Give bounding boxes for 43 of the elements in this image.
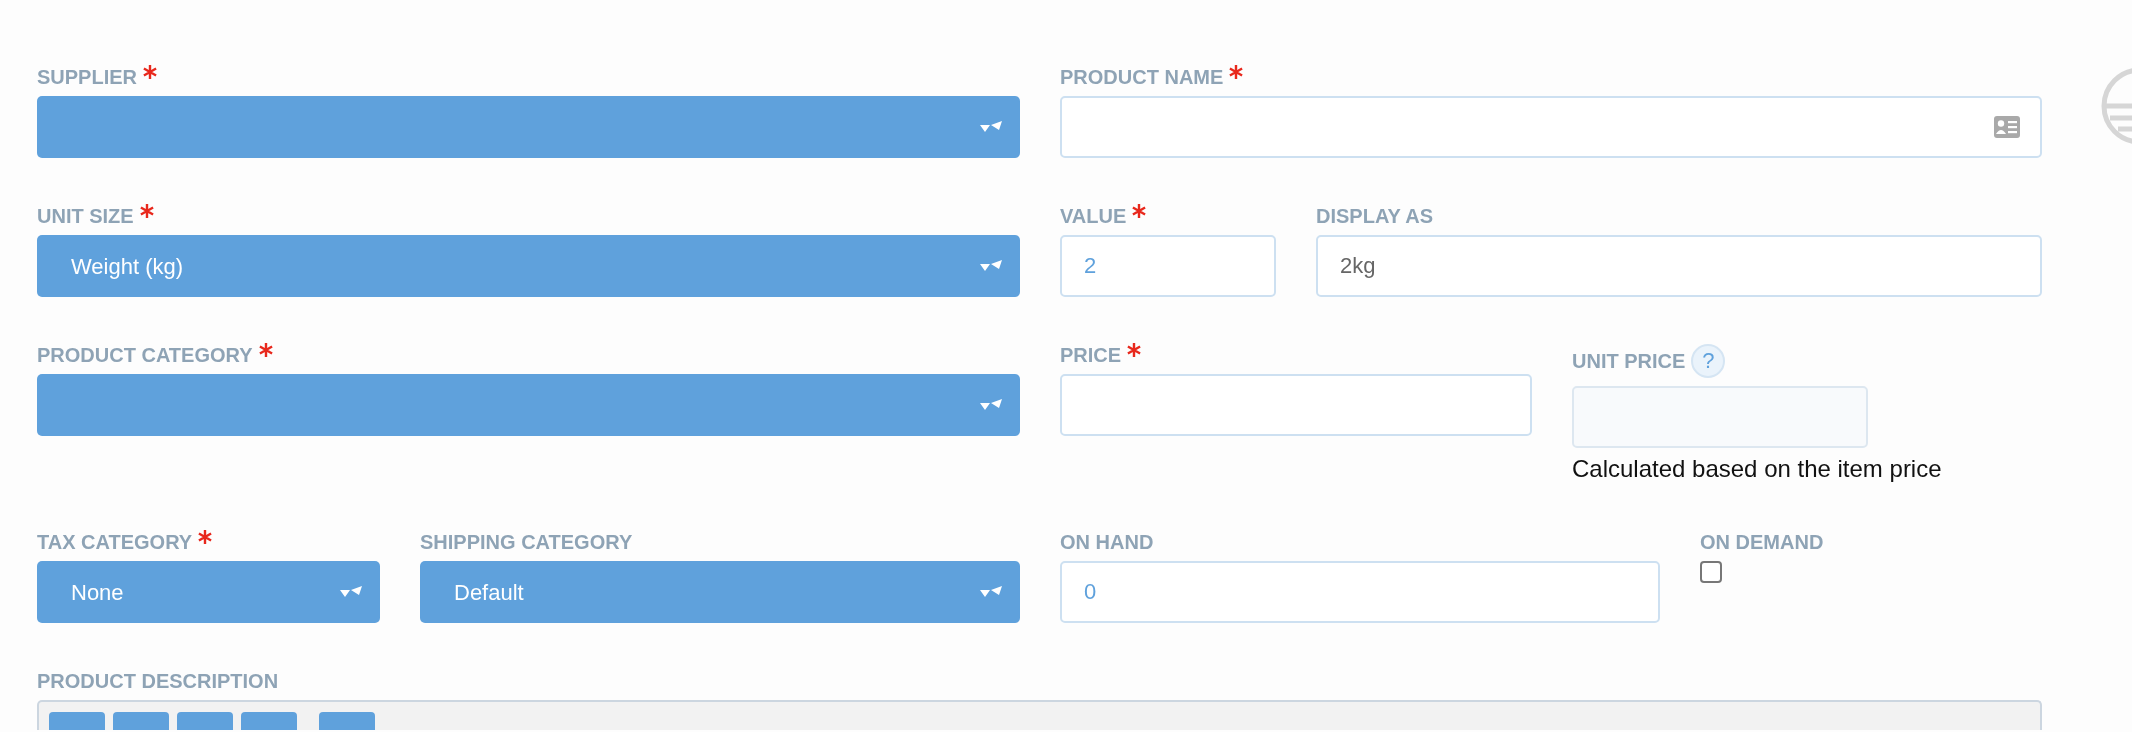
dropdown-caret-icon [980, 586, 1002, 598]
field-label: PRICE [1060, 343, 1122, 368]
field-label: UNIT SIZE [37, 204, 134, 229]
toolbar-button[interactable] [113, 712, 169, 730]
input-field[interactable]: 2kg [1316, 235, 2042, 297]
select-value: None [71, 578, 124, 607]
select-dropdown[interactable] [37, 374, 1020, 436]
checkbox[interactable] [1700, 561, 1722, 583]
field-label: ON HAND [1060, 530, 1154, 555]
input-field[interactable] [1572, 386, 1868, 448]
select-dropdown[interactable]: Default [420, 561, 1020, 623]
field-label: UNIT PRICE [1572, 349, 1686, 374]
field-label: ON DEMAND [1700, 530, 1824, 555]
field-label: SUPPLIER [37, 65, 138, 90]
id-card-icon [1994, 116, 2020, 138]
toolbar-button[interactable] [49, 712, 105, 730]
toolbar-button[interactable] [241, 712, 297, 730]
field-label: VALUE [1060, 204, 1127, 229]
select-dropdown[interactable]: None [37, 561, 380, 623]
input-field[interactable]: 0 [1060, 561, 1660, 623]
field-label: TAX CATEGORY [37, 530, 193, 555]
round-logo-icon [2100, 66, 2132, 146]
field-label: PRODUCT NAME [1060, 65, 1224, 90]
dropdown-caret-icon [340, 586, 362, 598]
select-value: Default [454, 578, 524, 607]
help-button[interactable]: ? [1691, 344, 1726, 378]
input-field[interactable] [1060, 96, 2042, 158]
select-dropdown[interactable]: Weight (kg) [37, 235, 1020, 297]
select-value: Weight (kg) [71, 252, 184, 281]
field-label: DISPLAY AS [1316, 204, 1434, 229]
dropdown-caret-icon [980, 121, 1002, 133]
toolbar-button[interactable] [319, 712, 375, 730]
field-label: PRODUCT DESCRIPTION [37, 669, 279, 694]
dropdown-caret-icon [980, 260, 1002, 272]
field-label: SHIPPING CATEGORY [420, 530, 633, 555]
helper-text: Calculated based on the item price [1572, 454, 1942, 484]
text-editor[interactable] [37, 700, 2042, 730]
field-label: PRODUCT CATEGORY [37, 343, 253, 368]
select-dropdown[interactable] [37, 96, 1020, 158]
input-field[interactable]: 2 [1060, 235, 1276, 297]
dropdown-caret-icon [980, 399, 1002, 411]
toolbar-button[interactable] [177, 712, 233, 730]
input-field[interactable] [1060, 374, 1532, 436]
